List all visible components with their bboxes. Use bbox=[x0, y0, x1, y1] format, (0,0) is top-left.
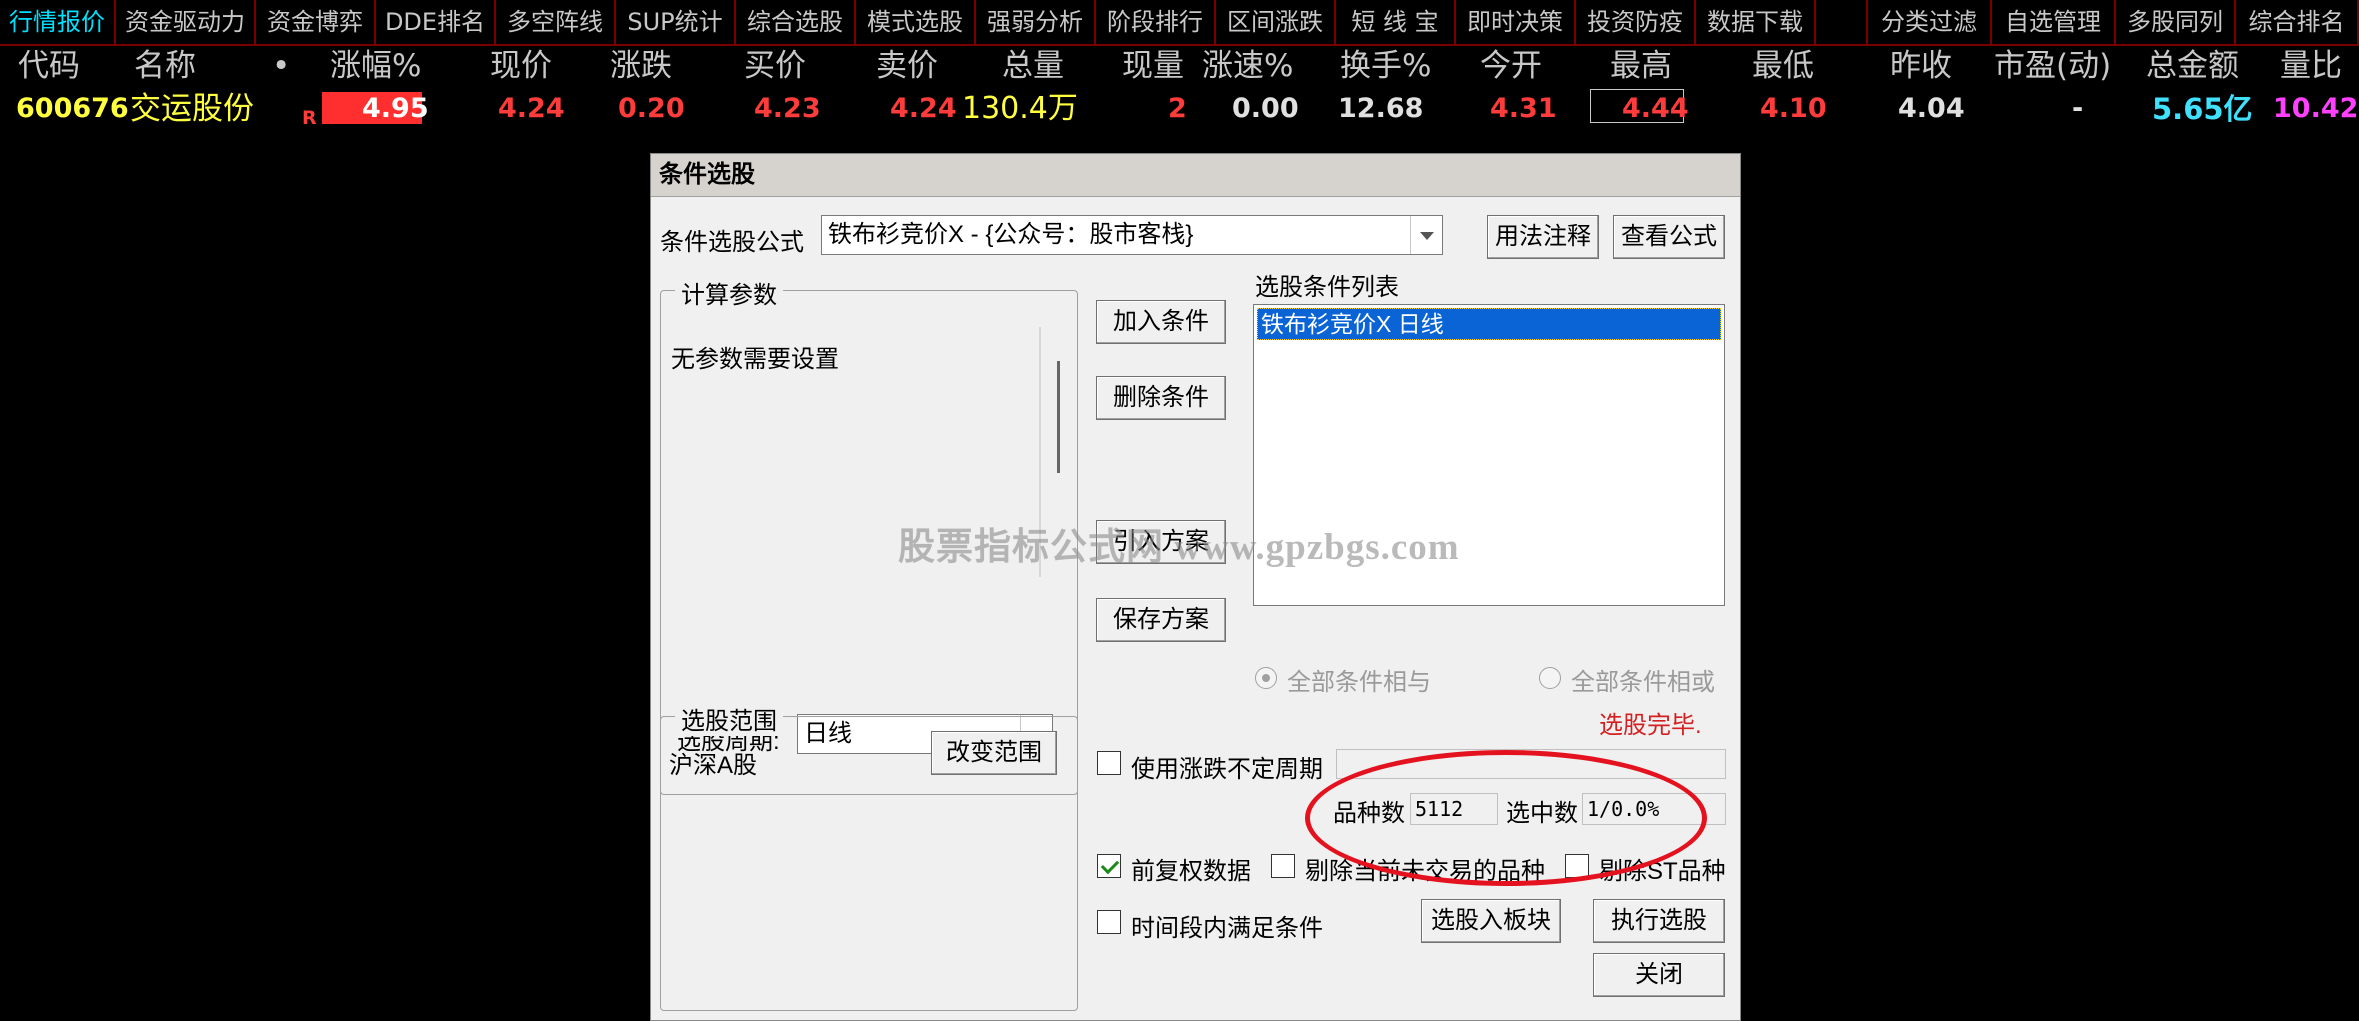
status-text: 选股完毕. bbox=[1599, 712, 1702, 739]
row-bid: 4.23 bbox=[754, 93, 821, 124]
row-code: 600676 bbox=[16, 93, 129, 124]
condition-select-dialog: 条件选股 条件选股公式 铁布衫竞价X - {公众号：股市客栈} 用法注释 查看公… bbox=[650, 153, 1741, 1021]
condition-item-label: 铁布衫竞价X 日线 bbox=[1261, 311, 1444, 337]
col-header-name[interactable]: 名称 bbox=[134, 46, 196, 86]
condition-list-label: 选股条件列表 bbox=[1255, 274, 1399, 301]
chevron-down-icon[interactable] bbox=[1410, 216, 1442, 254]
menu-item-dde-rank[interactable]: DDE排名 bbox=[376, 0, 496, 44]
radio-all-or[interactable] bbox=[1539, 667, 1561, 689]
highlight-ring bbox=[1305, 750, 1707, 886]
params-scrollbar-thumb[interactable] bbox=[1057, 361, 1060, 473]
menu-item-fund-drive[interactable]: 资金驱动力 bbox=[116, 0, 256, 44]
save-plan-button[interactable]: 保存方案 bbox=[1096, 598, 1226, 642]
row-name: 交运股份 bbox=[130, 91, 254, 127]
menu-item-sup-stats[interactable]: SUP统计 bbox=[616, 0, 736, 44]
formula-label: 条件选股公式 bbox=[660, 229, 804, 256]
radio-all-and[interactable] bbox=[1255, 667, 1277, 689]
dialog-titlebar[interactable]: 条件选股 bbox=[651, 154, 1740, 197]
menu-item-overall-rank[interactable]: 综合排名 bbox=[2236, 0, 2359, 44]
menu-spacer bbox=[1816, 0, 1868, 44]
menu-item-composite-select[interactable]: 综合选股 bbox=[736, 0, 856, 44]
menu-item-multi-stock[interactable]: 多股同列 bbox=[2116, 0, 2236, 44]
watermark: 股票指标公式网 www.gpzbgs.com bbox=[898, 527, 1460, 568]
top-menu-bar: 行情报价 资金驱动力 资金博弈 DDE排名 多空阵线 SUP统计 综合选股 模式… bbox=[0, 0, 2359, 46]
row-low: 4.10 bbox=[1760, 93, 1827, 124]
col-header-pe[interactable]: 市盈(动) bbox=[1994, 46, 2111, 86]
change-scope-button[interactable]: 改变范围 bbox=[931, 731, 1057, 775]
row-amount: 5.65亿 bbox=[2152, 92, 2253, 126]
menu-item-strength[interactable]: 强弱分析 bbox=[976, 0, 1096, 44]
forward-adjust-label: 前复权数据 bbox=[1131, 858, 1251, 885]
col-header-high[interactable]: 最高 bbox=[1610, 46, 1672, 86]
row-turnover: 12.68 bbox=[1338, 93, 1424, 124]
time-range-label: 时间段内满足条件 bbox=[1131, 915, 1323, 942]
col-header-low[interactable]: 最低 bbox=[1752, 46, 1814, 86]
row-flag: R bbox=[302, 107, 317, 129]
execute-select-button[interactable]: 执行选股 bbox=[1593, 899, 1725, 943]
radio-all-or-label: 全部条件相或 bbox=[1571, 669, 1715, 696]
col-header-price[interactable]: 现价 bbox=[490, 46, 552, 86]
menu-item-quote[interactable]: 行情报价 bbox=[0, 0, 116, 44]
menu-item-watchlist[interactable]: 自选管理 bbox=[1992, 0, 2116, 44]
menu-item-data-download[interactable]: 数据下载 bbox=[1696, 0, 1816, 44]
time-range-checkbox[interactable] bbox=[1097, 910, 1121, 934]
col-header-change[interactable]: 涨跌 bbox=[610, 46, 672, 86]
scope-value: 沪深A股 bbox=[669, 752, 758, 779]
variable-period-checkbox[interactable] bbox=[1097, 751, 1121, 775]
row-change: 0.20 bbox=[618, 93, 685, 124]
row-pe: - bbox=[2072, 93, 2084, 124]
row-current-volume: 2 bbox=[1168, 93, 1187, 124]
scope-legend: 选股范围 bbox=[675, 701, 783, 736]
menu-item-short-term[interactable]: 短 线 宝 bbox=[1336, 0, 1456, 44]
no-params-text: 无参数需要设置 bbox=[671, 346, 839, 373]
col-header-code[interactable]: 代码 bbox=[18, 46, 80, 86]
variable-period-label: 使用涨跌不定周期 bbox=[1131, 756, 1323, 783]
row-volume: 130.4万 bbox=[962, 91, 1078, 126]
menu-item-stage-rank[interactable]: 阶段排行 bbox=[1096, 0, 1216, 44]
close-button[interactable]: 关闭 bbox=[1593, 953, 1725, 997]
menu-item-investment-defense[interactable]: 投资防疫 bbox=[1576, 0, 1696, 44]
select-to-block-button[interactable]: 选股入板块 bbox=[1421, 899, 1561, 943]
calc-params-legend: 计算参数 bbox=[675, 275, 783, 310]
list-item[interactable]: 铁布衫竞价X 日线 bbox=[1257, 308, 1721, 340]
col-header-open[interactable]: 今开 bbox=[1480, 46, 1542, 86]
col-header-dot: • bbox=[272, 48, 291, 84]
row-high: 4.44 bbox=[1622, 93, 1689, 124]
menu-item-pattern-select[interactable]: 模式选股 bbox=[856, 0, 976, 44]
col-header-ask[interactable]: 卖价 bbox=[876, 46, 938, 86]
row-price: 4.24 bbox=[498, 93, 565, 124]
view-formula-button[interactable]: 查看公式 bbox=[1613, 215, 1725, 259]
row-speed: 0.00 bbox=[1232, 93, 1299, 124]
menu-item-range-change[interactable]: 区间涨跌 bbox=[1216, 0, 1336, 44]
col-header-speed[interactable]: 涨速% bbox=[1202, 46, 1293, 86]
col-header-amount[interactable]: 总金额 bbox=[2146, 46, 2239, 86]
col-header-current-volume[interactable]: 现量 bbox=[1122, 46, 1184, 86]
usage-notes-button[interactable]: 用法注释 bbox=[1487, 215, 1599, 259]
row-ask: 4.24 bbox=[890, 93, 957, 124]
col-header-bid[interactable]: 买价 bbox=[744, 46, 806, 86]
row-change-pct: 4.95 bbox=[362, 93, 429, 124]
add-condition-button[interactable]: 加入条件 bbox=[1096, 300, 1226, 344]
col-header-vol-ratio[interactable]: 量比 bbox=[2280, 46, 2342, 86]
row-open: 4.31 bbox=[1490, 93, 1557, 124]
menu-item-long-short[interactable]: 多空阵线 bbox=[496, 0, 616, 44]
menu-item-fund-game[interactable]: 资金博弈 bbox=[256, 0, 376, 44]
dialog-title: 条件选股 bbox=[659, 161, 755, 188]
scope-group: 选股范围 沪深A股 改变范围 bbox=[660, 701, 1078, 1011]
delete-condition-button[interactable]: 删除条件 bbox=[1096, 376, 1226, 420]
col-header-volume[interactable]: 总量 bbox=[1002, 46, 1064, 86]
menu-item-instant-decision[interactable]: 即时决策 bbox=[1456, 0, 1576, 44]
row-prev-close: 4.04 bbox=[1898, 93, 1965, 124]
formula-select[interactable]: 铁布衫竞价X - {公众号：股市客栈} bbox=[821, 215, 1443, 255]
exclude-untraded-checkbox[interactable] bbox=[1271, 854, 1295, 878]
forward-adjust-checkbox[interactable] bbox=[1097, 854, 1121, 878]
row-vol-ratio: 10.42 bbox=[2273, 93, 2359, 124]
col-header-change-pct[interactable]: 涨幅% bbox=[330, 46, 421, 86]
radio-all-and-label: 全部条件相与 bbox=[1287, 669, 1431, 696]
col-header-turnover[interactable]: 换手% bbox=[1340, 46, 1431, 86]
menu-item-category-filter[interactable]: 分类过滤 bbox=[1868, 0, 1992, 44]
formula-select-value: 铁布衫竞价X - {公众号：股市客栈} bbox=[828, 221, 1194, 248]
col-header-prev-close[interactable]: 昨收 bbox=[1890, 46, 1952, 86]
